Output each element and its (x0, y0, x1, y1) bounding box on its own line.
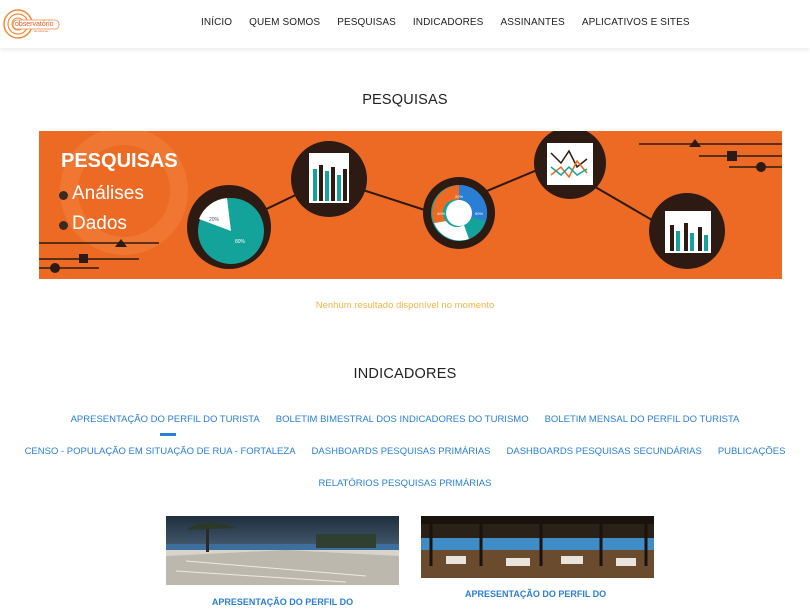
indicadores-tabs-row: APRESENTAÇÃO DO PERFIL DO TURISTA BOLETI… (0, 414, 810, 425)
site-logo[interactable]: observatório do turismo (2, 6, 62, 42)
tab-publicacoes[interactable]: PUBLICAÇÕES (718, 446, 786, 457)
tab-censo-populacao-rua[interactable]: CENSO - POPULAÇÃO EM SITUAÇÃO DE RUA - F… (25, 446, 296, 457)
card-image-beach-tents[interactable] (421, 516, 654, 578)
pesquisas-banner: PESQUISAS Análises Dados 20% 80% 20% 40%… (39, 131, 782, 279)
nav-aplicativos-e-sites[interactable]: APLICATIVOS E SITES (582, 17, 690, 28)
pesquisas-section-title: PESQUISAS (362, 92, 448, 108)
logo-subtext: do turismo (34, 29, 49, 33)
tab-apresentacao-perfil-turista[interactable]: APRESENTAÇÃO DO PERFIL DO TURISTA (71, 414, 260, 425)
active-tab-indicator (160, 433, 176, 436)
nav-assinantes[interactable]: ASSINANTES (500, 17, 564, 28)
bullet-icon (59, 221, 68, 230)
nav-quem-somos[interactable]: QUEM SOMOS (249, 17, 320, 28)
donut-label: 20% (455, 194, 464, 199)
card-title[interactable]: APRESENTAÇÃO DO PERFIL DO (421, 589, 654, 599)
tab-boletim-mensal[interactable]: BOLETIM MENSAL DO PERFIL DO TURISTA (545, 414, 740, 425)
top-navigation-bar: observatório do turismo INÍCIO QUEM SOMO… (0, 0, 810, 48)
nav-indicadores[interactable]: INDICADORES (413, 17, 484, 28)
indicadores-section-title: INDICADORES (353, 366, 457, 382)
pie-small-label: 20% (209, 217, 220, 223)
tab-dashboards-primarias[interactable]: DASHBOARDS PESQUISAS PRIMÁRIAS (312, 446, 491, 457)
donut-label: 40% (437, 211, 446, 216)
banner-item-dados: Dados (72, 213, 127, 234)
banner-item-analises: Análises (72, 183, 144, 204)
indicadores-tabs-row: RELATÓRIOS PESQUISAS PRIMÁRIAS (0, 478, 810, 489)
logo-text: observatório (15, 21, 54, 28)
nav-pesquisas[interactable]: PESQUISAS (337, 17, 396, 28)
donut-label: 50% (475, 211, 484, 216)
tab-relatorios-primarias[interactable]: RELATÓRIOS PESQUISAS PRIMÁRIAS (319, 478, 492, 489)
nav-inicio[interactable]: INÍCIO (201, 17, 232, 28)
card-image-beach-boardwalk[interactable] (166, 516, 399, 585)
pie-large-label: 80% (235, 239, 246, 245)
card-title[interactable]: APRESENTAÇÃO DO PERFIL DO (166, 597, 399, 607)
main-nav: INÍCIO QUEM SOMOS PESQUISAS INDICADORES … (201, 17, 707, 28)
tab-dashboards-secundarias[interactable]: DASHBOARDS PESQUISAS SECUNDÁRIAS (507, 446, 702, 457)
bullet-icon (59, 191, 68, 200)
indicadores-tabs-row: CENSO - POPULAÇÃO EM SITUAÇÃO DE RUA - F… (0, 446, 810, 457)
empty-results-message: Nenhum resultado disponível no momento (315, 300, 495, 311)
tab-boletim-bimestral[interactable]: BOLETIM BIMESTRAL DOS INDICADORES DO TUR… (276, 414, 529, 425)
banner-heading: PESQUISAS (61, 150, 178, 172)
